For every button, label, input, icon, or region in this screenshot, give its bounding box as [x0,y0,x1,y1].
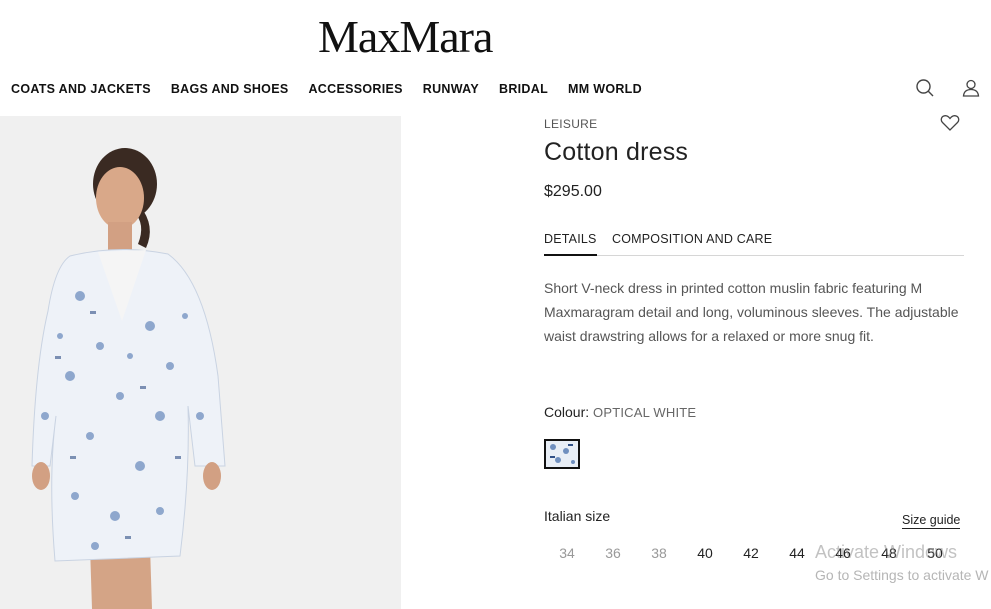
size-option-40[interactable]: 40 [682,545,728,561]
colour-value: OPTICAL WHITE [593,405,697,420]
colour-swatch[interactable] [544,439,580,469]
size-option-44[interactable]: 44 [774,545,820,561]
size-option-42[interactable]: 42 [728,545,774,561]
tab-composition-and-care[interactable]: COMPOSITION AND CARE [612,232,772,256]
size-option-34[interactable]: 34 [544,545,590,561]
search-icon[interactable] [915,78,935,98]
tab-details[interactable]: DETAILS [544,232,597,256]
main-nav: COATS AND JACKETS BAGS AND SHOES ACCESSO… [11,82,662,96]
nav-item-accessories[interactable]: ACCESSORIES [308,82,402,96]
product-description: Short V-neck dress in printed cotton mus… [544,280,959,344]
product-category: LEISURE [544,117,598,131]
size-option-38[interactable]: 38 [636,545,682,561]
product-tabs: DETAILS COMPOSITION AND CARE [544,232,964,256]
nav-item-bridal[interactable]: BRIDAL [499,82,548,96]
product-price: $295.00 [544,183,602,200]
activation-watermark-title: Activate Windows [815,542,958,562]
activation-watermark-subtitle: Go to Settings to activate W [815,567,989,583]
heart-icon[interactable] [940,114,960,132]
nav-item-runway[interactable]: RUNWAY [423,82,479,96]
product-title: Cotton dress [544,138,689,166]
nav-item-mm-world[interactable]: MM WORLD [568,82,642,96]
user-icon[interactable] [961,78,981,98]
size-label: Italian size [544,508,611,524]
size-option-36[interactable]: 36 [590,545,636,561]
brand-logo[interactable]: MaxMara [318,12,493,62]
colour-selector-label: Colour: OPTICAL WHITE [544,404,696,420]
nav-item-bags-and-shoes[interactable]: BAGS AND SHOES [171,82,289,96]
nav-item-coats-and-jackets[interactable]: COATS AND JACKETS [11,82,151,96]
size-guide-link[interactable]: Size guide [902,513,961,529]
colour-label: Colour: [544,404,590,420]
product-image[interactable] [0,116,401,609]
